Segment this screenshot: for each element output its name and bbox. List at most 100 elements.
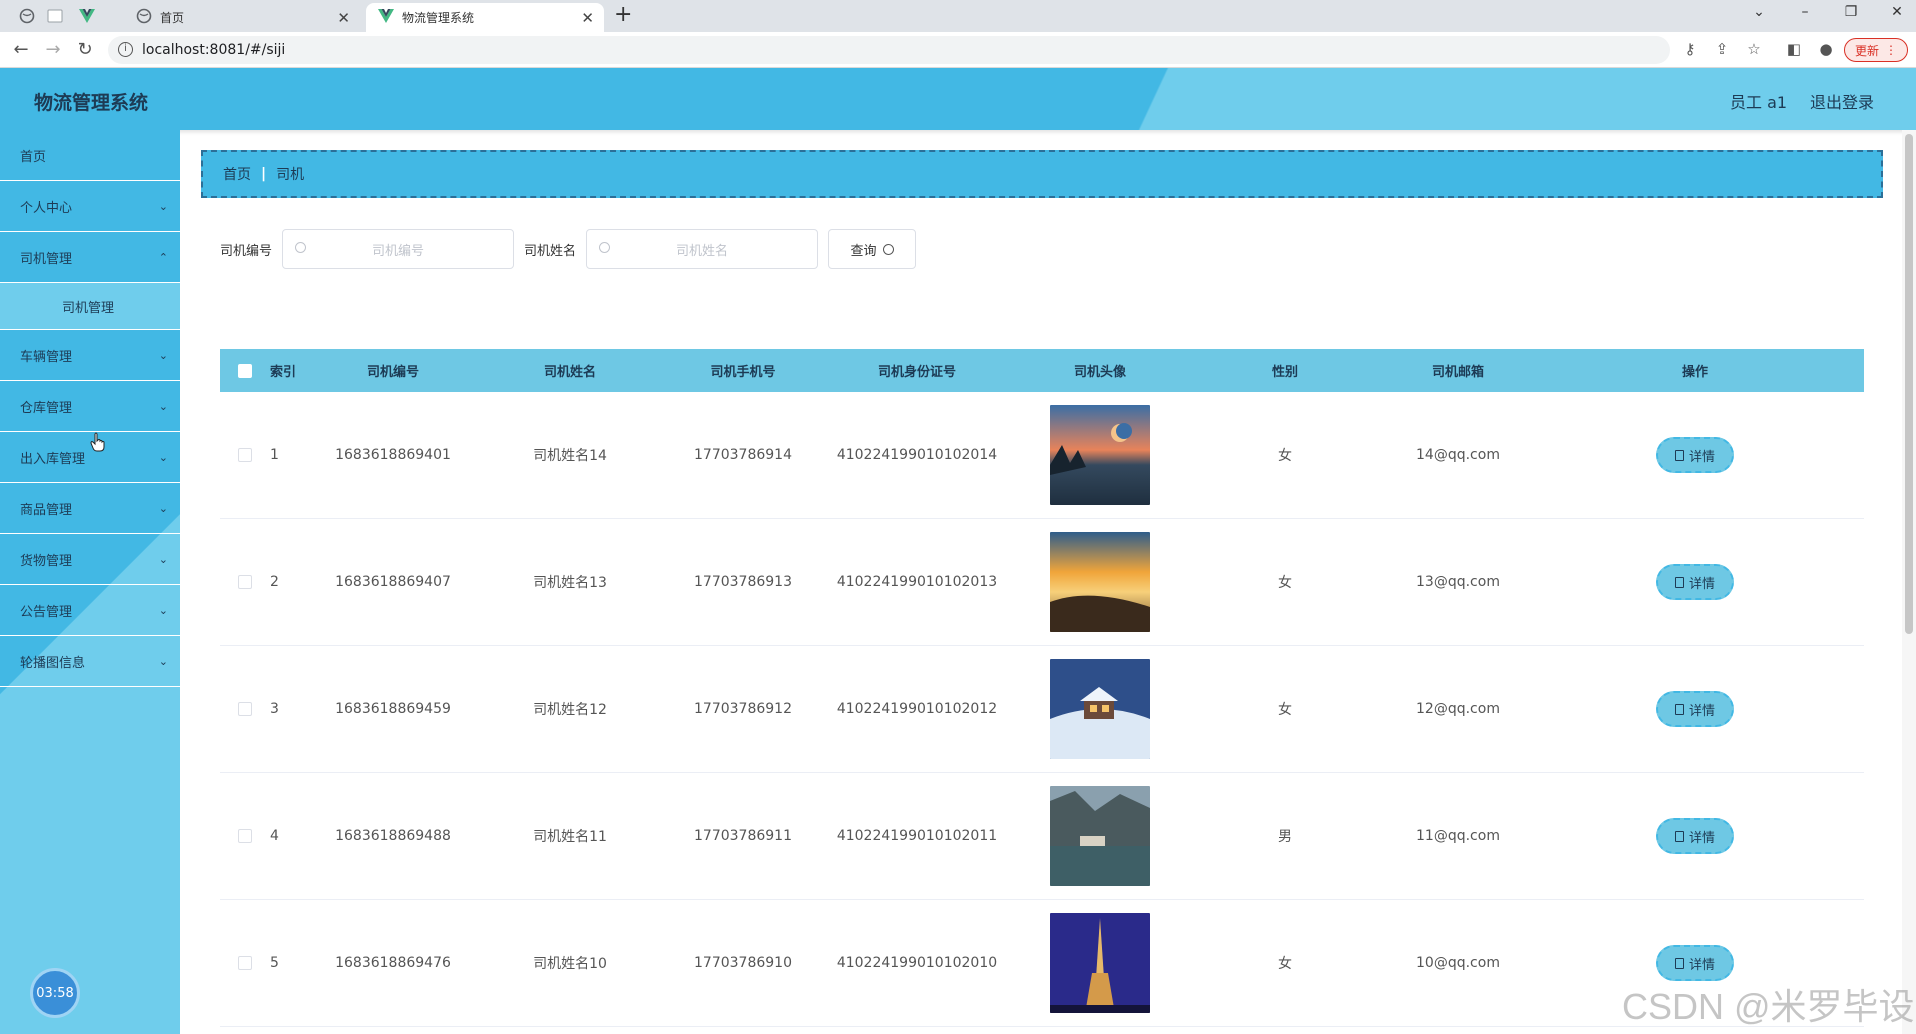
cell-number: 1683618869488 [335,828,451,844]
close-window-button[interactable]: ✕ [1882,4,1912,20]
clock-widget[interactable]: 03:58 [30,968,80,1018]
scrollbar-thumb[interactable] [1905,134,1913,634]
watermark: CSDN @米罗毕设 [1622,986,1915,1027]
sidebar-item-personal-center[interactable]: 个人中心 ⌄ [0,181,180,232]
star-icon[interactable]: ☆ [1744,40,1764,58]
cell-name: 司机姓名10 [533,956,607,972]
row-checkbox[interactable] [238,575,252,589]
detail-button[interactable]: 详情 [1656,437,1734,473]
cell-number: 1683618869401 [335,447,451,463]
sidebar-item-vehicle-management[interactable]: 车辆管理 ⌄ [0,330,180,381]
breadcrumb-separator: | [261,166,267,182]
document-icon [1674,830,1684,842]
tab-search-icon[interactable]: ⌄ [1744,4,1774,20]
detail-label: 详情 [1688,576,1715,592]
query-button[interactable]: 查询 [828,229,917,269]
column-header: 司机邮箱 [1431,365,1484,380]
page-scrollbar[interactable] [1902,130,1916,1034]
column-header: 司机手机号 [710,365,776,380]
url-text[interactable]: localhost:8081/#/siji [142,42,285,58]
sidebar-item-notice-management[interactable]: 公告管理 ⌄ [0,585,180,636]
logout-button[interactable]: 退出登录 [1810,89,1874,113]
driver-avatar[interactable] [1050,659,1150,759]
vue-icon[interactable] [78,7,96,25]
chevron-down-icon: ⌄ [158,501,168,515]
driver-number-input[interactable]: 司机编号 [282,229,515,269]
select-all-checkbox[interactable] [238,363,252,378]
sidebar-subitem-driver-management[interactable]: 司机管理 [0,283,180,330]
column-header: 操作 [1681,365,1708,380]
detail-button[interactable]: 详情 [1656,818,1734,854]
hand-cursor-icon [90,432,105,452]
row-checkbox[interactable] [238,448,252,462]
detail-button[interactable]: 详情 [1656,564,1734,600]
driver-table: 索引 司机编号 司机姓名 司机手机号 司机身份证号 司机头像 性别 司机邮箱 操… [220,349,1864,1027]
driver-name-input[interactable]: 司机姓名 [586,229,819,269]
document-icon [1674,703,1684,715]
reload-icon[interactable]: ↻ [74,39,96,60]
search-icon [882,243,894,255]
cell-email: 11@qq.com [1416,828,1500,844]
table-row: 3 1683618869459 司机姓名12 17703786912 41022… [220,646,1864,773]
forward-icon[interactable]: → [42,39,64,60]
cell-id-card: 410224199010102014 [836,447,998,463]
detail-button[interactable]: 详情 [1656,691,1734,727]
row-checkbox[interactable] [238,702,252,716]
cell-gender: 女 [1278,702,1292,718]
row-checkbox[interactable] [238,956,252,970]
breadcrumb-home[interactable]: 首页 [223,164,251,184]
cell-email: 12@qq.com [1416,701,1500,717]
sidebar-item-product-management[interactable]: 商品管理 ⌄ [0,483,180,534]
chevron-down-icon: ⌄ [158,654,168,668]
close-tab-icon[interactable]: ✕ [337,9,350,27]
cell-id-card: 410224199010102012 [836,701,998,717]
cell-gender: 女 [1278,575,1292,591]
sidebar-item-cargo-management[interactable]: 货物管理 ⌄ [0,534,180,585]
tab-title: 物流管理系统 [402,11,475,25]
sidebar-item-carousel-info[interactable]: 轮播图信息 ⌄ [0,636,180,687]
tab-home[interactable]: 首页 ✕ [130,3,360,32]
row-checkbox[interactable] [238,829,252,843]
sidebar-item-home[interactable]: 首页 [0,130,180,181]
breadcrumb-current: 司机 [276,167,305,183]
cell-number: 1683618869407 [335,574,451,590]
driver-avatar[interactable] [1050,786,1150,886]
driver-avatar[interactable] [1050,913,1150,1013]
globe-icon[interactable] [18,7,36,25]
close-tab-icon[interactable]: ✕ [581,9,594,27]
driver-name-label: 司机姓名 [524,243,577,259]
sidebar-item-driver-management[interactable]: 司机管理 ⌃ [0,232,180,283]
cell-index: 3 [270,701,279,717]
driver-avatar[interactable] [1050,405,1150,505]
info-icon[interactable]: i [118,42,133,57]
key-icon[interactable]: ⚷ [1680,40,1700,58]
cell-name: 司机姓名14 [533,448,607,464]
sidebar-item-warehouse-management[interactable]: 仓库管理 ⌄ [0,381,180,432]
cell-id-card: 410224199010102011 [836,828,998,844]
chevron-down-icon: ⌄ [158,199,168,213]
share-icon[interactable]: ⇪ [1712,40,1732,58]
sidepanel-icon[interactable]: ◧ [1784,40,1804,58]
update-label: 更新 [1854,43,1879,58]
column-header: 司机编号 [366,365,419,380]
cell-index: 1 [270,447,279,463]
minimize-button[interactable]: – [1790,4,1820,20]
detail-button[interactable]: 详情 [1656,945,1734,981]
sidebar: 首页 个人中心 ⌄ 司机管理 ⌃ 司机管理 车辆管理 ⌄ 仓库管理 ⌄ 出入库管… [0,130,180,1034]
document-icon [1674,576,1684,588]
driver-avatar[interactable] [1050,532,1150,632]
cell-phone: 17703786913 [694,574,792,590]
update-button[interactable]: 更新 ⋮ [1844,38,1908,62]
cell-id-card: 410224199010102013 [836,574,998,590]
chevron-up-icon: ⌃ [158,250,168,264]
restore-button[interactable]: ❐ [1836,4,1866,20]
blank-page-icon[interactable] [46,7,64,25]
table-row: 1 1683618869401 司机姓名14 17703786914 41022… [220,392,1864,519]
new-tab-button[interactable]: + [614,2,632,27]
cell-id-card: 410224199010102010 [836,955,998,971]
back-icon[interactable]: ← [10,39,32,60]
profile-icon[interactable]: ● [1816,40,1836,58]
url-field[interactable]: i localhost:8081/#/siji [108,36,1670,64]
tab-logistics[interactable]: 物流管理系统 ✕ [366,3,604,32]
search-form: 司机编号 司机编号 司机姓名 司机姓名 查询 [220,229,917,269]
